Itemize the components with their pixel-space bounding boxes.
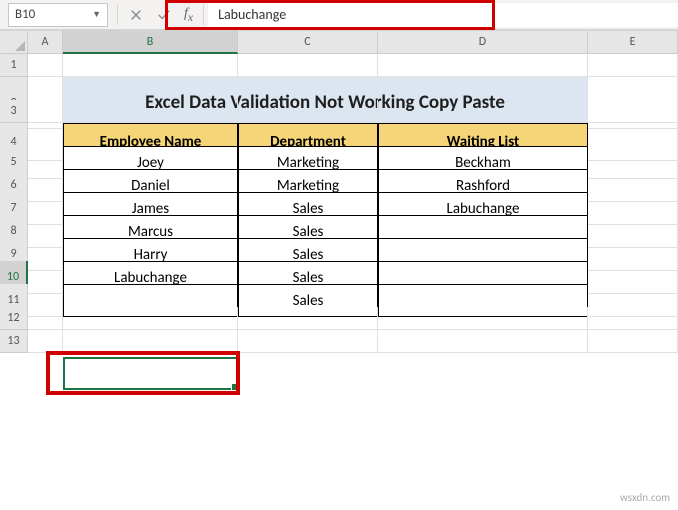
separator: [203, 5, 204, 25]
row-header-3[interactable]: 3: [0, 100, 28, 123]
row-header-12[interactable]: 12: [0, 307, 28, 330]
formula-input-value: Labuchange: [218, 6, 286, 23]
cell-a3[interactable]: [28, 100, 63, 123]
col-header-d[interactable]: D: [378, 31, 588, 54]
cell-c12[interactable]: [238, 307, 378, 330]
cell-a13[interactable]: [28, 330, 63, 353]
cell-d13[interactable]: [378, 330, 588, 353]
cell-a1[interactable]: [28, 54, 63, 77]
spreadsheet-grid[interactable]: A B C D E 1 2 Excel Data Validation Not …: [0, 30, 678, 353]
cell-c1[interactable]: [238, 54, 378, 77]
row-header-13[interactable]: 13: [0, 330, 28, 353]
name-box-dropdown-icon[interactable]: ▼: [92, 9, 101, 20]
formula-bar: B10 ▼ fx Labuchange: [0, 0, 678, 30]
cell-c3[interactable]: [238, 100, 378, 123]
col-header-a[interactable]: A: [28, 31, 63, 54]
fx-label[interactable]: fx: [184, 6, 193, 24]
separator: [117, 5, 118, 25]
col-header-b[interactable]: B: [63, 31, 238, 54]
cell-e13[interactable]: [588, 330, 678, 353]
col-header-c[interactable]: C: [238, 31, 378, 54]
cell-b13[interactable]: [63, 330, 238, 353]
cell-e3[interactable]: [588, 100, 678, 123]
active-cell-indicator: [63, 357, 238, 390]
cell-b12[interactable]: [63, 307, 238, 330]
cancel-button[interactable]: [122, 3, 150, 27]
select-all-corner[interactable]: [0, 31, 28, 54]
watermark: wsxdn.com: [620, 491, 670, 504]
cell-e12[interactable]: [588, 307, 678, 330]
row-header-1[interactable]: 1: [0, 54, 28, 77]
cell-e1[interactable]: [588, 54, 678, 77]
cell-b1[interactable]: [63, 54, 238, 77]
cell-d3[interactable]: [378, 100, 588, 123]
cell-c13[interactable]: [238, 330, 378, 353]
check-icon: [157, 8, 171, 22]
annotation-highlight-b10: [46, 351, 240, 395]
col-header-e[interactable]: E: [588, 31, 678, 54]
enter-button[interactable]: [150, 3, 178, 27]
cell-b3[interactable]: [63, 100, 238, 123]
name-box-value: B10: [15, 7, 92, 22]
cell-a12[interactable]: [28, 307, 63, 330]
cell-d12[interactable]: [378, 307, 588, 330]
formula-input[interactable]: Labuchange: [208, 3, 678, 27]
x-icon: [129, 8, 143, 22]
cell-d1[interactable]: [378, 54, 588, 77]
name-box[interactable]: B10 ▼: [8, 3, 108, 27]
